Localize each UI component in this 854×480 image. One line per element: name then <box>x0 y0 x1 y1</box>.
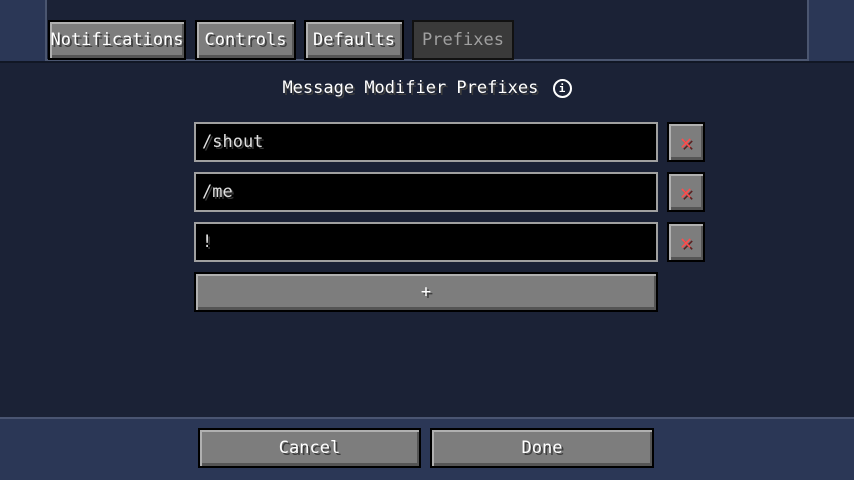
tab-controls[interactable]: Controls <box>195 20 296 60</box>
section-title-text: Message Modifier Prefixes <box>282 78 539 98</box>
close-icon: ✕ <box>679 180 693 204</box>
config-screen: Notifications Controls Defaults Prefixes… <box>0 0 854 480</box>
close-icon: ✕ <box>679 130 693 154</box>
prefix-field-shout[interactable] <box>194 122 658 162</box>
cancel-button[interactable]: Cancel <box>198 428 421 468</box>
tab-notifications[interactable]: Notifications <box>48 20 186 60</box>
remove-prefix-button[interactable]: ✕ <box>667 122 705 162</box>
prefix-field-exclamation[interactable] <box>194 222 658 262</box>
tab-defaults[interactable]: Defaults <box>304 20 404 60</box>
close-icon: ✕ <box>679 230 693 254</box>
prefix-field-me[interactable] <box>194 172 658 212</box>
remove-prefix-button[interactable]: ✕ <box>667 222 705 262</box>
add-prefix-button[interactable]: + <box>194 272 658 312</box>
info-icon[interactable]: i <box>552 79 572 98</box>
section-title: Message Modifier Prefixes i <box>0 78 854 102</box>
tab-prefixes: Prefixes <box>412 20 514 60</box>
remove-prefix-button[interactable]: ✕ <box>667 172 705 212</box>
done-button[interactable]: Done <box>430 428 654 468</box>
footer-background <box>0 419 854 480</box>
